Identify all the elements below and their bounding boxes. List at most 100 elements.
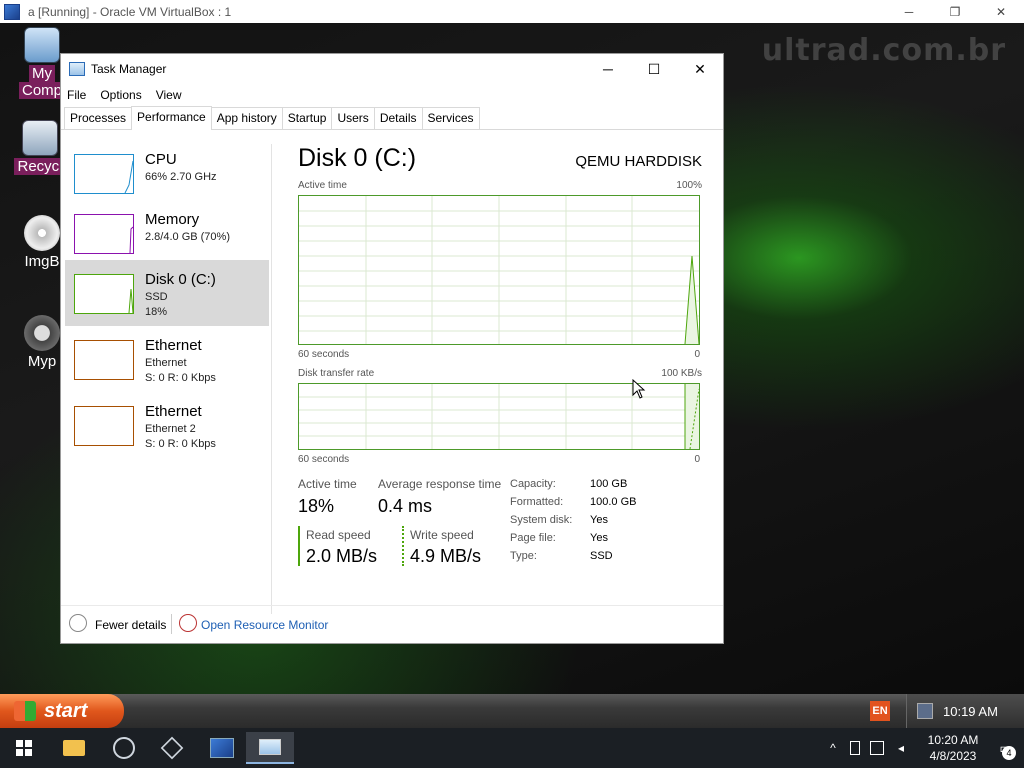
minimize-button[interactable]: ─ [585, 54, 631, 84]
fewer-details-link[interactable]: Fewer details [95, 618, 166, 632]
property-value: Yes [590, 532, 608, 544]
menu-options[interactable]: Options [100, 88, 141, 102]
task-manager-title: Task Manager [91, 62, 167, 76]
tab-details[interactable]: Details [373, 107, 423, 129]
active-time-graph-max: 100% [676, 180, 702, 191]
windows-logo-icon [16, 740, 32, 756]
task-manager-title-bar: Task Manager ─ ☐ ✕ [61, 54, 723, 84]
tab-performance[interactable]: Performance [131, 106, 212, 130]
raccoon-icon [24, 315, 60, 351]
read-speed-value: 2.0 MB/s [306, 546, 378, 566]
disk-model: QEMU HARDDISK [575, 153, 702, 170]
maximize-button[interactable]: ☐ [631, 54, 677, 84]
windows-start-button[interactable] [0, 732, 48, 764]
tab-startup[interactable]: Startup [281, 107, 333, 129]
task-manager-icon [69, 62, 85, 76]
active-time-graph-x-label: 60 seconds [298, 349, 350, 360]
resource-name: Ethernet [145, 403, 202, 420]
watermark: ultrad.com.br [761, 33, 1006, 68]
battery-icon[interactable] [850, 741, 860, 755]
close-button[interactable]: ✕ [677, 54, 723, 84]
tab-app-history[interactable]: App history [210, 107, 283, 129]
guest-system-tray: 10:19 AM [906, 694, 1024, 728]
virtualbox-cube-icon [160, 736, 184, 760]
computer-icon [24, 27, 60, 63]
active-time-value: 18% [298, 496, 335, 516]
menu-file[interactable]: File [67, 88, 86, 102]
host-restore-button[interactable]: ❐ [932, 0, 978, 23]
detail-title: Disk 0 (C:) [298, 144, 417, 172]
resource-usage: S: 0 R: 0 Kbps [145, 372, 216, 384]
disk-thumbnail-line [128, 288, 134, 314]
resource-name: Ethernet [145, 337, 202, 354]
active-time-graph-min: 0 [694, 349, 700, 360]
resource-monitor-icon[interactable] [179, 614, 197, 632]
task-manager-taskbar-icon [259, 739, 281, 755]
chevron-up-icon[interactable]: ^ [826, 741, 840, 755]
host-minimize-button[interactable]: ─ [886, 0, 932, 23]
property-key: Type: [510, 550, 537, 562]
menu-view[interactable]: View [156, 88, 182, 102]
avg-response-value: 0.4 ms [378, 496, 433, 516]
start-label: start [44, 699, 88, 722]
taskbar-virtualbox[interactable] [148, 732, 196, 764]
tab-users[interactable]: Users [331, 107, 375, 129]
task-manager-window: Task Manager ─ ☐ ✕ File Options View Pro… [60, 53, 724, 644]
resource-ethernet-2[interactable]: Ethernet Ethernet 2 S: 0 R: 0 Kbps [65, 392, 269, 458]
volume-muted-icon[interactable]: ◂ [894, 741, 908, 755]
pane-divider [271, 144, 272, 614]
transfer-rate-graph-x-label: 60 seconds [298, 454, 350, 465]
tab-processes[interactable]: Processes [64, 107, 133, 129]
resource-disk-0[interactable]: Disk 0 (C:) SSD 18% [65, 260, 269, 326]
resource-name: Memory [145, 211, 200, 228]
menu-bar: File Options View [61, 84, 723, 106]
resource-memory[interactable]: Memory 2.8/4.0 GB (70%) [65, 200, 269, 266]
property-value: 100.0 GB [590, 496, 637, 508]
property-value: SSD [590, 550, 613, 562]
guest-clock[interactable]: 10:19 AM [943, 704, 998, 719]
recycle-bin-icon [22, 120, 58, 156]
resource-cpu[interactable]: CPU 66% 2.70 GHz [65, 140, 269, 206]
read-speed-label: Read speed [306, 528, 371, 542]
chevron-up-icon[interactable] [69, 614, 87, 632]
active-time-graph-svg [299, 196, 700, 345]
desktop-icon-label: My [29, 65, 55, 82]
host-system-tray: ^ ◂ 10:20 AM 4/8/2023 ▭ 4 [826, 728, 1024, 768]
resource-detail: Ethernet 2 [145, 423, 196, 435]
taskbar-file-explorer[interactable] [50, 732, 98, 764]
host-close-button[interactable]: ✕ [978, 0, 1024, 23]
ethernet-2-thumbnail-graph [74, 406, 134, 446]
network-icon[interactable] [917, 703, 933, 719]
disk-thumbnail-graph [74, 274, 134, 314]
desktop-icon-label: Recycl [14, 158, 66, 175]
active-time-graph-label: Active time [298, 180, 347, 191]
host-clock[interactable]: 10:20 AM 4/8/2023 [918, 732, 988, 764]
disc-icon [24, 215, 60, 251]
resource-detail: 2.8/4.0 GB (70%) [145, 231, 230, 243]
resource-ethernet[interactable]: Ethernet Ethernet S: 0 R: 0 Kbps [65, 326, 269, 392]
taskbar-xp-mode[interactable] [198, 732, 246, 764]
memory-thumbnail-line [129, 226, 134, 254]
virtualbox-icon [4, 3, 20, 20]
resource-detail: Ethernet [145, 357, 187, 369]
language-indicator[interactable]: EN [870, 701, 890, 721]
start-button[interactable]: start [0, 694, 124, 728]
open-resource-monitor-link[interactable]: Open Resource Monitor [201, 618, 328, 632]
network-icon[interactable] [870, 741, 884, 755]
tab-services[interactable]: Services [421, 107, 480, 129]
taskbar-qt-app[interactable] [100, 732, 148, 764]
property-key: Formatted: [510, 496, 564, 508]
transfer-rate-graph-max: 100 KB/s [661, 368, 702, 379]
guest-desktop: ultrad.com.br My Comp Recycl ImgB Myp Ta… [0, 23, 1024, 694]
property-value: Yes [590, 514, 608, 526]
windows-flag-icon [14, 701, 36, 721]
notification-center-button[interactable]: ▭ 4 [988, 728, 1024, 768]
property-key: System disk: [510, 514, 573, 526]
xp-vm-icon [210, 738, 234, 758]
write-speed-marker [402, 526, 404, 566]
desktop-icon-label: Myp [27, 353, 57, 370]
footer-separator [171, 614, 172, 634]
virtualbox-title-bar: a [Running] - Oracle VM VirtualBox : 1 ─… [0, 0, 1024, 23]
virtualbox-window-title: a [Running] - Oracle VM VirtualBox : 1 [28, 4, 232, 19]
taskbar-task-manager[interactable] [246, 732, 294, 764]
